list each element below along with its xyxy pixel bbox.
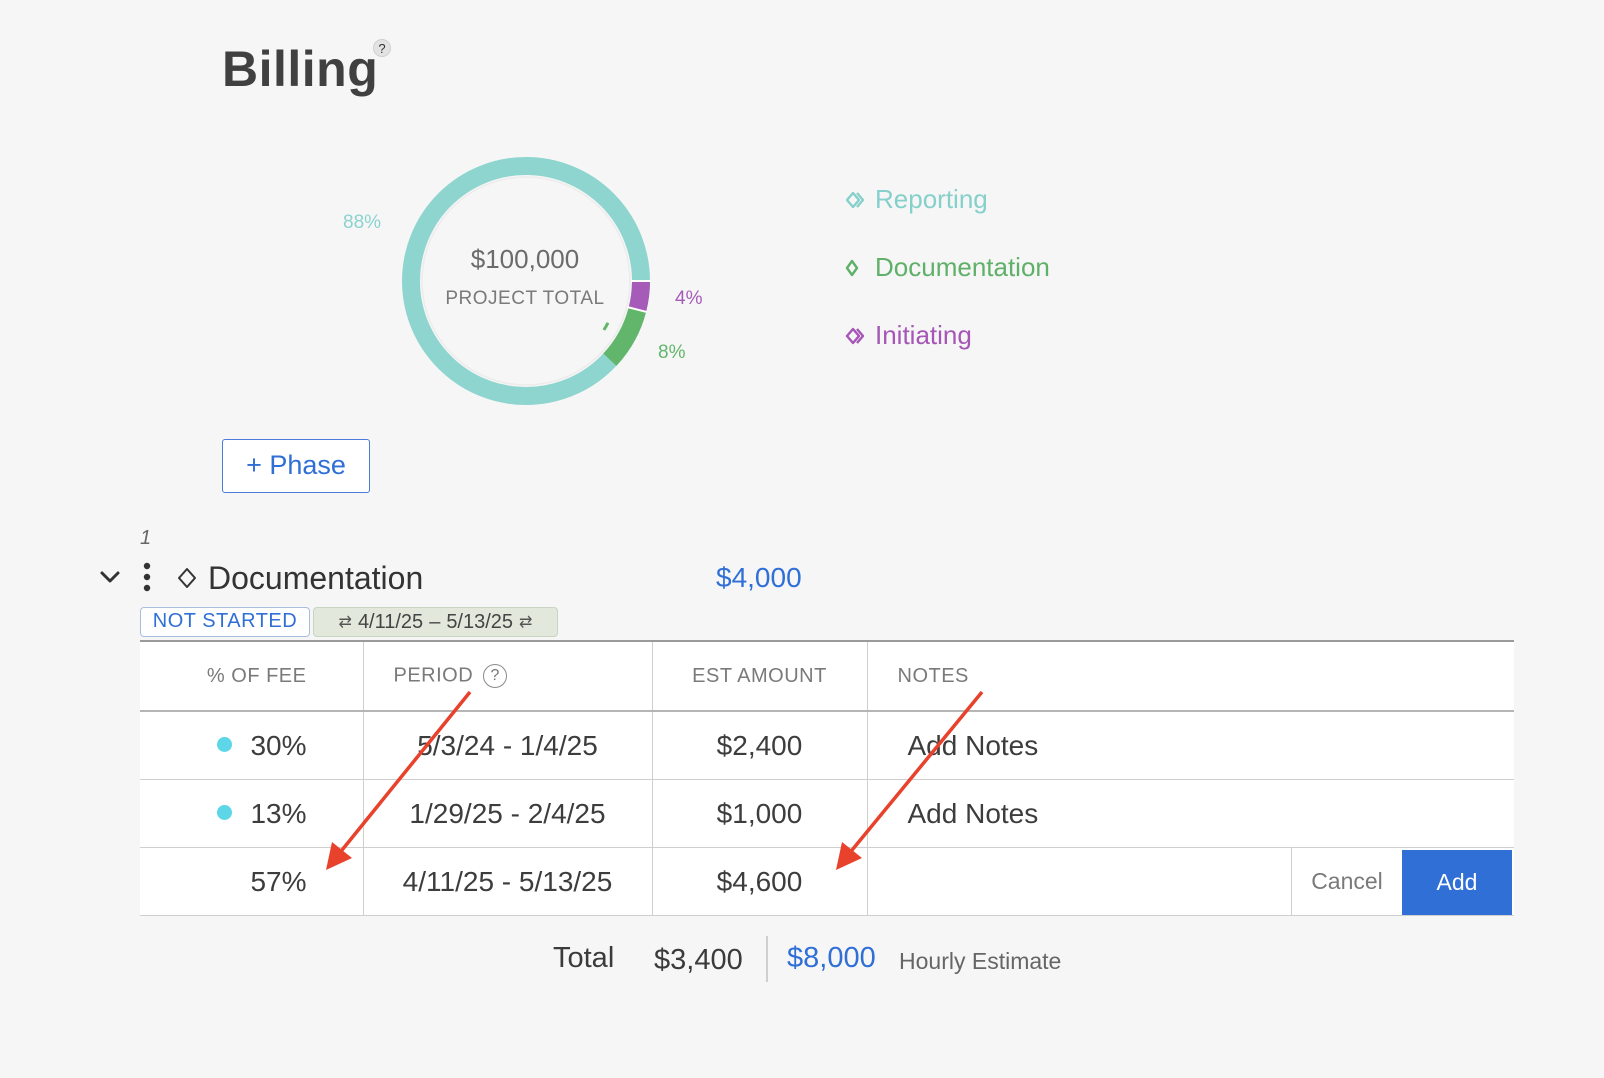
column-header-amount: EST AMOUNT	[651, 640, 868, 712]
period-cell[interactable]: 1/29/25 - 2/4/25	[362, 779, 653, 848]
column-header-fee: % OF FEE	[140, 640, 364, 712]
phase-amount[interactable]: $4,000	[716, 562, 802, 594]
billing-table: % OF FEE PERIOD? EST AMOUNT NOTES 30% 5/…	[140, 640, 1514, 916]
help-icon[interactable]: ?	[373, 39, 391, 57]
add-phase-button[interactable]: + Phase	[222, 439, 370, 493]
fee-cell[interactable]: 30%	[140, 710, 364, 780]
amount-cell[interactable]: $1,000	[651, 779, 868, 848]
donut-label-reporting: 88%	[343, 212, 382, 233]
legend-label: Reporting	[875, 184, 988, 214]
table-row[interactable]: 13% 1/29/25 - 2/4/25 $1,000 Add Notes	[140, 779, 1514, 848]
donut-segment-reporting	[402, 157, 650, 405]
swap-icon: ⇄	[338, 613, 352, 631]
notes-field[interactable]: Add Notes	[866, 710, 1514, 780]
column-header-notes: NOTES	[866, 640, 1514, 712]
project-total-donut-chart	[402, 157, 651, 405]
donut-inner-ring	[421, 176, 631, 386]
table-row[interactable]: 30% 5/3/24 - 1/4/25 $2,400 Add Notes	[140, 710, 1514, 780]
legend-item-reporting[interactable]: Reporting	[845, 184, 988, 215]
cancel-button[interactable]: Cancel	[1291, 848, 1402, 915]
fee-input[interactable]: 57%	[140, 847, 364, 916]
status-badge[interactable]: NOT STARTED	[140, 607, 310, 637]
chevron-down-icon[interactable]	[98, 565, 122, 589]
period-cell[interactable]: 5/3/24 - 1/4/25	[362, 710, 653, 780]
notes-input[interactable]: Cancel Add	[866, 847, 1514, 916]
page-title: Billing	[222, 41, 379, 97]
total-value: $3,400	[654, 944, 743, 976]
column-header-period-label: PERIOD	[393, 664, 474, 687]
donut-progress-tick	[602, 322, 610, 331]
kebab-menu-icon[interactable]	[141, 561, 153, 593]
amount-input[interactable]: $4,600	[651, 847, 868, 916]
phase-diamond-icon	[845, 259, 859, 276]
donut-segment-initiating	[628, 280, 650, 312]
fee-value: 13%	[250, 797, 307, 829]
phase-start-date: 4/11/25	[357, 610, 424, 633]
status-dot-icon	[217, 736, 233, 752]
status-dot-icon	[217, 804, 233, 820]
phase-date-range[interactable]: ⇄ 4/11/25 – 5/13/25 ⇄	[313, 607, 558, 637]
phase-diamond-icon	[178, 568, 196, 588]
legend-label: Documentation	[875, 252, 1050, 282]
fee-value: 30%	[250, 729, 307, 761]
total-label: Total	[553, 942, 615, 974]
donut-label-documentation: 8%	[658, 342, 686, 363]
phase-diamond-icon	[845, 327, 865, 344]
date-separator: –	[429, 610, 441, 633]
phase-number: 1	[140, 527, 152, 549]
legend-label: Initiating	[875, 320, 972, 350]
divider	[766, 936, 768, 982]
annotation-arrows	[326, 690, 984, 870]
hourly-estimate-label: Hourly Estimate	[899, 948, 1062, 974]
legend-item-documentation[interactable]: Documentation	[845, 252, 1050, 283]
phase-name[interactable]: Documentation	[208, 560, 423, 597]
legend-item-initiating[interactable]: Initiating	[845, 320, 972, 351]
notes-field[interactable]: Add Notes	[866, 779, 1514, 848]
help-icon[interactable]: ?	[483, 664, 508, 688]
add-button[interactable]: Add	[1402, 850, 1512, 915]
phase-end-date: 5/13/25	[446, 610, 514, 633]
period-input[interactable]: 4/11/25 - 5/13/25	[362, 847, 653, 916]
table-header-row: % OF FEE PERIOD? EST AMOUNT NOTES	[140, 640, 1514, 712]
fee-cell[interactable]: 13%	[140, 779, 364, 848]
amount-cell[interactable]: $2,400	[651, 710, 868, 780]
new-billing-row[interactable]: 57% 4/11/25 - 5/13/25 $4,600 Cancel Add	[140, 847, 1514, 916]
swap-icon: ⇄	[519, 613, 533, 631]
donut-center-amount: $100,000	[470, 244, 580, 274]
column-header-period: PERIOD?	[362, 640, 653, 712]
donut-center-label: PROJECT TOTAL	[445, 288, 605, 309]
hourly-estimate-value[interactable]: $8,000	[787, 942, 876, 975]
phase-diamond-icon	[845, 191, 865, 208]
donut-label-initiating: 4%	[675, 288, 703, 309]
